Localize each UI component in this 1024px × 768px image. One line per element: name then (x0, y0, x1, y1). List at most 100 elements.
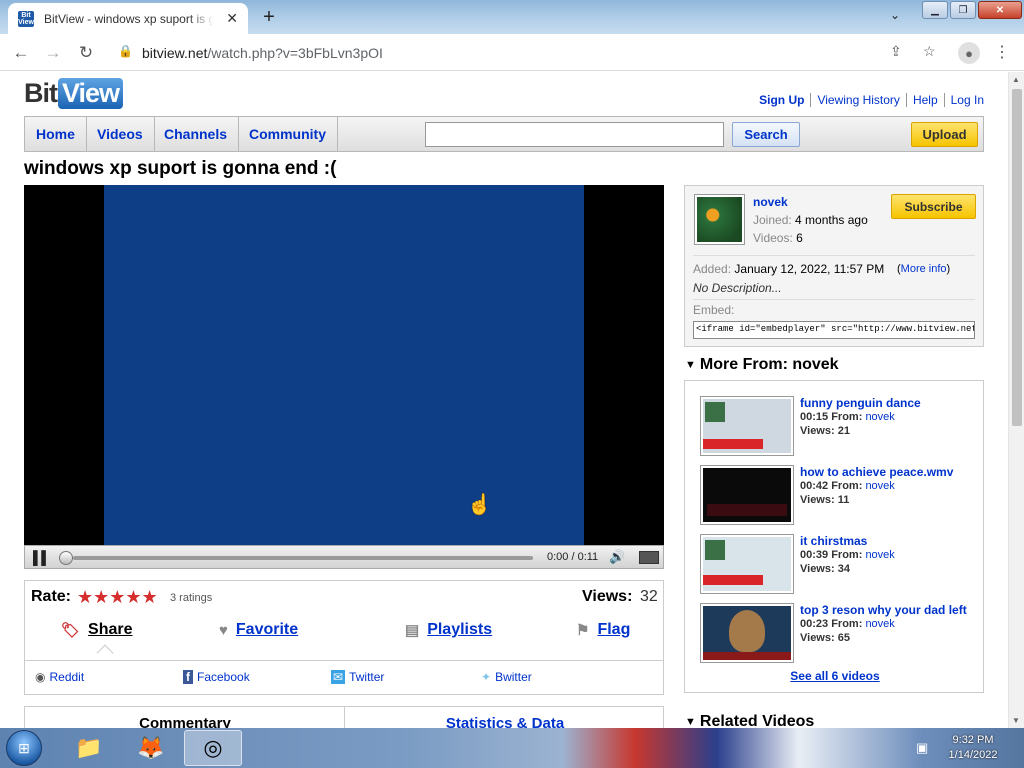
nav-videos[interactable]: Videos (86, 117, 155, 151)
embed-code-field[interactable]: <iframe id="embedplayer" src="http://www… (693, 321, 975, 339)
video-title-link[interactable]: top 3 reson why your dad left (800, 603, 967, 617)
firefox-icon[interactable]: 🦊 (122, 730, 180, 766)
video-thumbnail[interactable] (700, 534, 794, 594)
pause-icon[interactable]: ▌▌ (33, 550, 50, 565)
new-tab-icon[interactable]: + (256, 6, 282, 28)
more-from-header[interactable]: ▼ More From: novek (685, 356, 839, 374)
bwitter-link[interactable]: ✦ Bwitter (481, 670, 532, 684)
embed-label: Embed: (693, 303, 735, 317)
nav-community[interactable]: Community (238, 117, 338, 151)
log-in-link[interactable]: Log In (943, 93, 984, 107)
flag-icon: ⚑ (576, 622, 590, 639)
lock-icon[interactable]: 🔒 (118, 44, 133, 58)
page-viewport: Bit View Sign Up Viewing History Help Lo… (0, 72, 1008, 728)
window-close-icon[interactable]: ✕ (978, 1, 1022, 19)
tab-close-icon[interactable]: ✕ (226, 10, 238, 27)
joined-line: Joined: 4 months ago (753, 213, 868, 227)
bookmark-star-icon[interactable]: ☆ (923, 43, 936, 60)
viewing-history-link[interactable]: Viewing History (810, 93, 905, 107)
video-player[interactable]: ☝ (24, 185, 664, 545)
search-button[interactable]: Search (732, 122, 800, 147)
playlists-button[interactable]: ▤ Playlists (405, 621, 492, 639)
bitview-logo[interactable]: Bit View (24, 78, 124, 109)
browser-menu-icon[interactable]: ⋮ (994, 42, 1010, 62)
see-all-videos-link[interactable]: See all 6 videos (685, 669, 985, 683)
scroll-thumb[interactable] (1012, 89, 1022, 426)
network-tray-icon[interactable]: ▣ (916, 740, 928, 756)
video-frame[interactable] (104, 185, 584, 545)
upload-button[interactable]: Upload (911, 122, 978, 147)
uploader-avatar[interactable] (694, 194, 745, 245)
share-button[interactable]: 🏷 Share (61, 621, 133, 639)
uploader-name-link[interactable]: novek (753, 195, 788, 209)
author-link[interactable]: novek (865, 480, 894, 492)
added-date: Added: January 12, 2022, 11:57 PM (693, 262, 885, 276)
page-scrollbar[interactable]: ▲ ▼ (1008, 72, 1024, 728)
twitter-link[interactable]: ✉ Twitter (331, 670, 384, 684)
video-title-link[interactable]: funny penguin dance (800, 396, 921, 410)
fullscreen-icon[interactable] (639, 551, 659, 564)
forward-arrow-icon[interactable]: → (42, 42, 64, 64)
reddit-icon: ◉ (35, 670, 46, 684)
video-thumbnail[interactable] (700, 396, 794, 456)
flag-button[interactable]: ⚑ Flag (576, 621, 630, 639)
reddit-link[interactable]: ◉ Reddit (35, 670, 84, 684)
subscribe-button[interactable]: Subscribe (891, 194, 976, 219)
account-links: Sign Up Viewing History Help Log In (753, 93, 984, 107)
logo-view: View (58, 78, 124, 109)
seek-handle[interactable] (59, 551, 73, 565)
nav-home[interactable]: Home (25, 117, 87, 151)
star-rating[interactable]: ★★★★★ (77, 587, 158, 608)
tab-commentary[interactable]: Commentary (25, 715, 345, 728)
list-item[interactable]: it chirstmas 00:39 From: novek Views: 34 (700, 534, 970, 594)
chrome-icon[interactable]: ◎ (184, 730, 242, 766)
related-videos-header[interactable]: ▼ Related Videos (685, 713, 814, 728)
video-thumbnail[interactable] (700, 603, 794, 663)
tab-statistics[interactable]: Statistics & Data (345, 715, 665, 728)
site-search-input[interactable] (425, 122, 724, 147)
list-item[interactable]: how to achieve peace.wmv 00:42 From: nov… (700, 465, 970, 525)
restore-icon[interactable]: ❐ (950, 1, 976, 19)
author-link[interactable]: novek (865, 549, 894, 561)
help-link[interactable]: Help (905, 93, 944, 107)
browser-tab[interactable]: Bit View BitView - windows xp suport is g… (8, 3, 248, 34)
share-pointer (96, 644, 114, 662)
more-info-link[interactable]: More info (901, 263, 947, 275)
back-arrow-icon[interactable]: ← (10, 42, 32, 64)
reload-icon[interactable]: ↻ (75, 42, 97, 64)
clock-time: 9:32 PM (952, 734, 994, 746)
start-button-icon[interactable]: ⊞ (6, 730, 42, 766)
address-bar[interactable]: 🔒 bitview.net/watch.php?v=3bFbLvn3pOI ⇪ … (108, 39, 948, 66)
hand-cursor-icon: ☝ (467, 494, 492, 516)
list-item[interactable]: top 3 reson why your dad left 00:23 From… (700, 603, 970, 663)
scroll-down-arrow-icon[interactable]: ▼ (1012, 716, 1020, 725)
seek-bar[interactable] (73, 556, 533, 560)
facebook-link[interactable]: f Facebook (183, 670, 250, 684)
video-title: windows xp suport is gonna end :( (24, 158, 337, 179)
videos-line: Videos: 6 (753, 231, 803, 245)
window-controls: ▁ ❐ ✕ (922, 1, 1024, 19)
video-title-link[interactable]: it chirstmas (800, 534, 867, 548)
video-thumbnail[interactable] (700, 465, 794, 525)
tab-search-chevron-icon[interactable]: ⌄ (890, 8, 900, 22)
video-title-link[interactable]: how to achieve peace.wmv (800, 465, 953, 479)
scroll-up-arrow-icon[interactable]: ▲ (1012, 75, 1020, 84)
author-link[interactable]: novek (865, 618, 894, 630)
author-link[interactable]: novek (865, 411, 894, 423)
views-label: Views: (582, 588, 633, 605)
profile-avatar-icon[interactable]: ● (958, 42, 980, 64)
ratings-count: 3 ratings (170, 592, 213, 604)
taskbar-clock[interactable]: 9:32 PM 1/14/2022 (938, 733, 1008, 763)
facebook-icon: f (183, 670, 193, 684)
minimize-icon[interactable]: ▁ (922, 1, 948, 19)
favorite-button[interactable]: ♥ Favorite (219, 621, 298, 639)
list-item[interactable]: funny penguin dance 00:15 From: novek Vi… (700, 396, 970, 456)
volume-icon[interactable]: 🔊 (609, 549, 625, 565)
playlist-icon: ▤ (405, 622, 420, 639)
browser-titlebar: Bit View BitView - windows xp suport is g… (0, 0, 1024, 34)
nav-channels[interactable]: Channels (153, 117, 240, 151)
timecode: 0:00 / 0:11 (547, 551, 599, 563)
sign-up-link[interactable]: Sign Up (753, 93, 810, 107)
share-page-icon[interactable]: ⇪ (890, 43, 902, 60)
file-explorer-icon[interactable]: 📁 (60, 730, 118, 766)
